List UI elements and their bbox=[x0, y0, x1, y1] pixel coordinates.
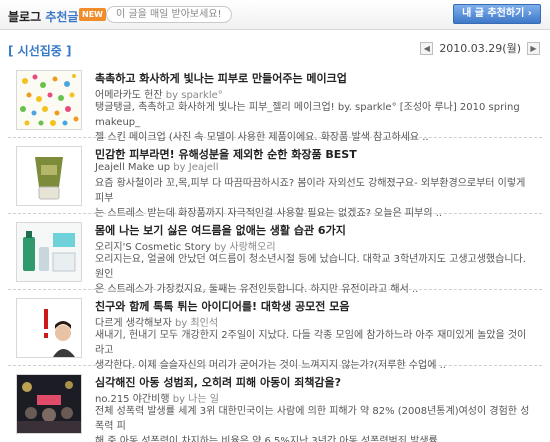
list-item: 심각해진 아동 성범죄, 오히려 피해 아동이 죄책감을? no.215 야간비… bbox=[8, 366, 542, 442]
post-meta: 오리지'S Cosmetic Story by 사랑해오리 bbox=[95, 238, 276, 253]
post-meta: 어메라카도 헌잔 by sparkle° bbox=[95, 86, 223, 101]
post-thumbnail-person[interactable] bbox=[16, 298, 82, 358]
summary-line: 전체 성폭력 발생률 세계 3위 대한민국이는 사람에 의한 피해가 약 82%… bbox=[95, 406, 530, 432]
post-meta: Jeajell Make up by Jeajell bbox=[95, 162, 218, 173]
post-thumbnail-crowd[interactable] bbox=[16, 374, 82, 434]
post-title[interactable]: 몸에 나는 보기 싫은 여드름을 없애는 생활 습관 6가지 bbox=[95, 222, 346, 238]
new-badge: NEW bbox=[79, 8, 106, 21]
blog-name[interactable]: Jeajell Make up bbox=[95, 162, 170, 173]
list-item: 친구와 함께 톡톡 튀는 아이디어를! 대학생 공모전 모음 다르게 생각해보자… bbox=[8, 290, 542, 371]
post-summary: 전체 성폭력 발생률 세계 3위 대한민국이는 사람에 의한 피해가 약 82%… bbox=[95, 404, 535, 442]
post-title[interactable]: 심각해진 아동 성범죄, 오히려 피해 아동이 죄책감을? bbox=[95, 374, 341, 390]
summary-line: 오리지는요, 얼굴에 안났던 여드름이 청소년시절 등에 났습니다. 대학교 3… bbox=[95, 254, 526, 280]
post-meta: no.215 야간비행 by 나는 일 bbox=[95, 390, 219, 405]
list-item: 민감한 피부라면! 유해성분을 제외한 순한 화장품 BEST Jeajell … bbox=[8, 138, 542, 219]
post-thumbnail-confetti[interactable] bbox=[16, 70, 82, 130]
post-list: 촉촉하고 화사하게 빛나는 피부로 만들어주는 메이크업 어메라카도 헌잔 by… bbox=[8, 62, 542, 442]
brand-prefix: 블로그 bbox=[8, 10, 46, 24]
summary-line: 새내기, 헌내기 모두 개강한지 2주일이 지났다. 다들 각종 모임에 참가하… bbox=[95, 330, 527, 356]
list-item: 몸에 나는 보기 싫은 여드름을 없애는 생활 습관 6가지 오리지'S Cos… bbox=[8, 214, 542, 295]
date-navigator: ◀ 2010.03.29(월) ▶ bbox=[420, 40, 540, 56]
post-title[interactable]: 친구와 함께 톡톡 튀는 아이디어를! 대학생 공모전 모음 bbox=[95, 298, 349, 314]
post-thumbnail-bottles[interactable] bbox=[16, 222, 82, 282]
subscribe-link[interactable]: 이 글을 매일 받아보세요! bbox=[106, 6, 232, 23]
summary-line: 탱글탱글, 촉촉하고 화사하게 빛나는 피부_젤리 메이크업! by. spar… bbox=[95, 102, 520, 128]
list-item: 촉촉하고 화사하게 빛나는 피부로 만들어주는 메이크업 어메라카도 헌잔 by… bbox=[8, 62, 542, 143]
current-date: 2010.03.29(월) bbox=[439, 42, 521, 55]
post-thumbnail-cosmetic-tube[interactable] bbox=[16, 146, 82, 206]
post-title[interactable]: 촉촉하고 화사하게 빛나는 피부로 만들어주는 메이크업 bbox=[95, 70, 347, 86]
post-meta: 다르게 생각해보자 by 최인석 bbox=[95, 314, 218, 329]
by-label: by bbox=[173, 162, 186, 173]
summary-line: 해 중 아동 성폭력이 차지하는 비율은 약 6.5%지난 3년간 아동 성폭력… bbox=[95, 436, 448, 442]
summary-line: 요즘 황사철이라 꼬,목,피부 다 따끔따끔하시죠? 봄이라 자외선도 강해졌구… bbox=[95, 178, 526, 204]
brand-accent: 추천글 bbox=[45, 10, 79, 24]
author-name[interactable]: Jeajell bbox=[189, 162, 219, 173]
header-bar: 블로그 추천글 NEW 이 글을 매일 받아보세요! 내 글 추천하기 › bbox=[0, 0, 550, 30]
recommend-my-post-button[interactable]: 내 글 추천하기 › bbox=[453, 4, 541, 24]
section-title: [ 시선집중 ] bbox=[8, 44, 72, 58]
prev-date-arrow-icon[interactable]: ◀ bbox=[420, 41, 434, 55]
brand-title: 블로그 추천글 bbox=[8, 8, 78, 25]
post-title[interactable]: 민감한 피부라면! 유해성분을 제외한 순한 화장품 BEST bbox=[95, 146, 357, 162]
next-date-arrow-icon[interactable]: ▶ bbox=[527, 41, 540, 55]
